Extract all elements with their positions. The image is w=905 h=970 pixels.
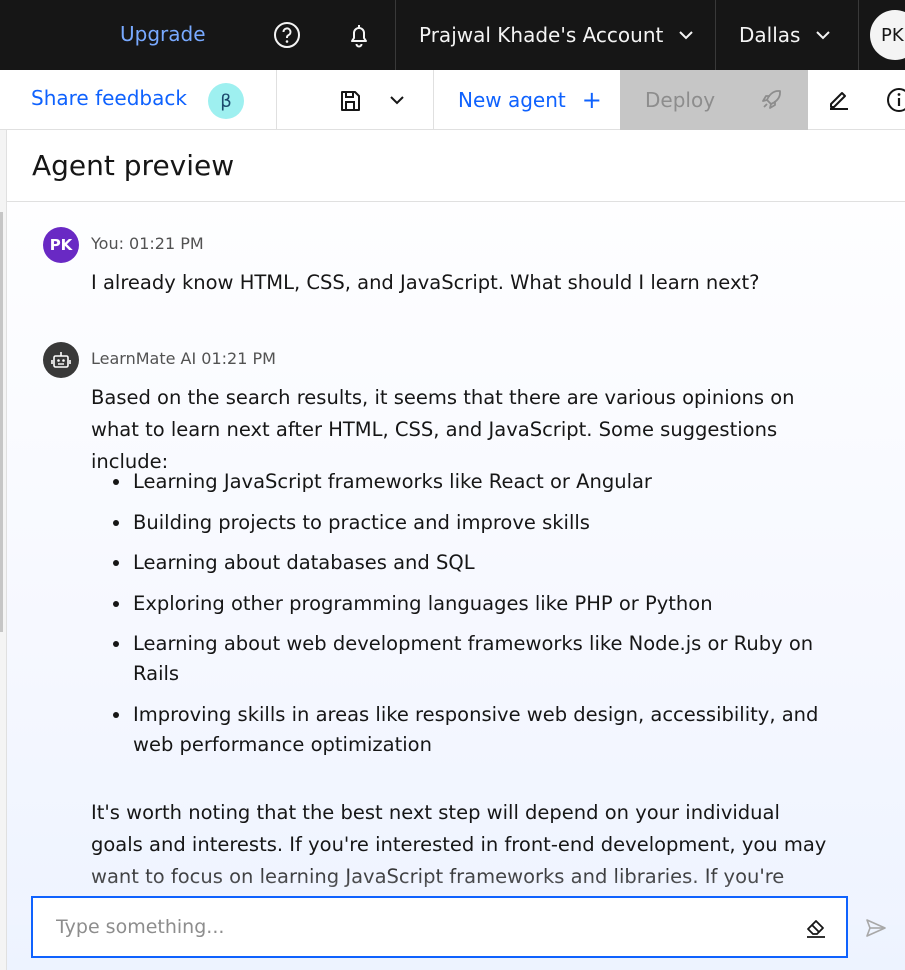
help-icon[interactable] (272, 20, 302, 50)
user-avatar[interactable]: PK (870, 10, 905, 60)
message-meta: You: 01:21 PM (91, 234, 204, 253)
list-item: Exploring other programming languages li… (109, 589, 819, 619)
chevron-down-icon[interactable] (385, 88, 409, 112)
rocket-icon (758, 87, 784, 118)
divider (276, 70, 277, 130)
panel-header: Agent preview (7, 130, 905, 202)
region-switcher[interactable]: Dallas (716, 0, 859, 70)
user-message-text: I already know HTML, CSS, and JavaScript… (91, 271, 760, 294)
list-item: Learning JavaScript frameworks like Reac… (109, 467, 819, 497)
agent-preview-panel: Agent preview PK You: 01:21 PM I already… (7, 130, 905, 970)
chevron-down-icon (814, 26, 832, 44)
share-feedback-link[interactable]: Share feedback (31, 86, 187, 110)
page-title: Agent preview (32, 149, 235, 182)
upgrade-link[interactable]: Upgrade (120, 22, 206, 46)
region-name: Dallas (739, 23, 801, 47)
chevron-down-icon (677, 26, 695, 44)
notification-icon[interactable] (344, 20, 374, 50)
builder-toolbar: Share feedback β New agent + Deploy (0, 70, 905, 130)
bot-message-intro: Based on the search results, it seems th… (91, 386, 795, 473)
side-panel-edge (0, 130, 7, 970)
account-name: Prajwal Khade's Account (419, 23, 664, 47)
send-icon[interactable] (864, 916, 888, 940)
divider (858, 0, 859, 70)
resize-handle[interactable] (0, 212, 3, 632)
user-avatar: PK (43, 227, 79, 263)
account-switcher[interactable]: Prajwal Khade's Account (396, 0, 716, 70)
beta-badge: β (208, 83, 244, 119)
deploy-button[interactable]: Deploy (620, 70, 808, 130)
message-meta: LearnMate AI 01:21 PM (91, 349, 276, 368)
erase-icon[interactable] (804, 915, 828, 939)
list-item: Improving skills in areas like responsiv… (109, 700, 819, 760)
top-header-bar: Upgrade Prajwal Khade's Account Dallas P… (0, 0, 905, 70)
bot-icon (43, 342, 79, 378)
save-icon[interactable] (337, 88, 363, 114)
deploy-label: Deploy (645, 88, 716, 112)
suggestion-list: Learning JavaScript frameworks like Reac… (109, 467, 819, 770)
add-icon: + (581, 86, 602, 114)
new-agent-button[interactable]: New agent + (434, 70, 620, 130)
message-input[interactable] (33, 898, 793, 956)
list-item: Learning about databases and SQL (109, 548, 819, 578)
list-item: Learning about web development framework… (109, 629, 819, 689)
edit-icon[interactable] (826, 86, 852, 112)
chat-input-box (31, 896, 848, 958)
list-item: Building projects to practice and improv… (109, 508, 819, 538)
info-icon[interactable] (886, 87, 905, 113)
new-agent-label: New agent (458, 88, 566, 112)
